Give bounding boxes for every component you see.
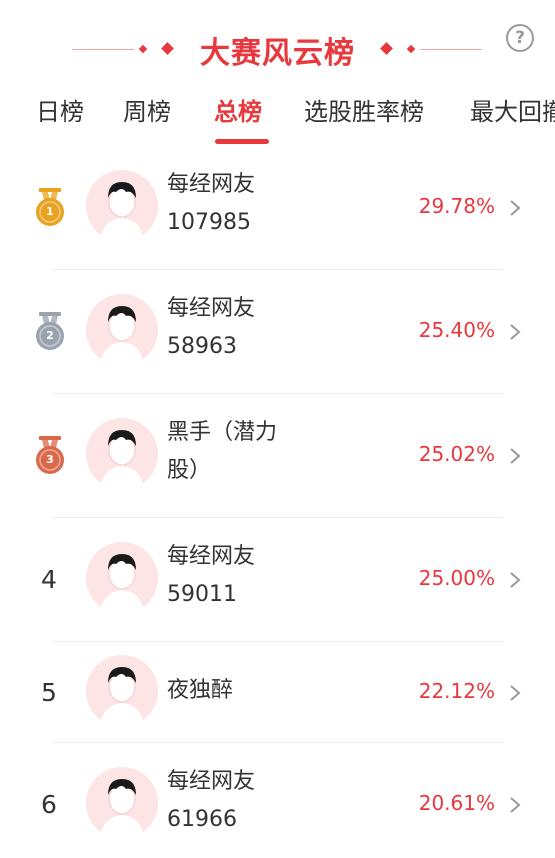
avatar[interactable] [86, 418, 158, 490]
ranking-row[interactable]: 4 每经网友 59011 25.00% [0, 518, 555, 642]
return-percentage: 22.12% [418, 679, 495, 703]
tab-bar: 日榜 周榜 总榜 选股胜率榜 最大回撤 [0, 88, 555, 146]
silver-medal-icon: 2 [33, 310, 67, 352]
ranking-row[interactable]: 2 每经网友 58963 25.40% [0, 270, 555, 394]
tab-max-drawdown[interactable]: 最大回撤 [470, 92, 555, 127]
user-name-line2: 58963 [167, 334, 237, 359]
user-name: 黑手（潜力股） [167, 414, 322, 490]
avatar[interactable] [86, 655, 158, 727]
chevron-right-icon[interactable] [508, 447, 522, 465]
chevron-right-icon[interactable] [508, 199, 522, 217]
page-title: 大赛风云榜 [200, 36, 355, 71]
title-decoration-line-right [420, 49, 482, 50]
chevron-right-icon[interactable] [508, 796, 522, 814]
tab-daily[interactable]: 日榜 [36, 92, 84, 127]
return-percentage: 25.40% [418, 318, 495, 342]
bronze-medal-icon: 3 [33, 434, 67, 476]
user-name-line1: 每经网友 [167, 769, 256, 794]
tab-overall[interactable]: 总榜 [214, 92, 262, 127]
tab-stock-win-rate[interactable]: 选股胜率榜 [304, 92, 424, 127]
return-percentage: 25.02% [418, 442, 495, 466]
user-name-line1: 每经网友 [167, 296, 256, 321]
gold-medal-icon: 1 [33, 186, 67, 228]
user-name-line2: 59011 [167, 582, 237, 607]
user-name-line1: 夜独醉 [167, 678, 234, 703]
help-icon[interactable]: ? [506, 24, 534, 52]
rank-number: 5 [41, 678, 57, 707]
user-name-line2: 107985 [167, 210, 251, 235]
ranking-row[interactable]: 6 每经网友 61966 20.61% [0, 743, 555, 858]
user-name: 每经网友 58963 [167, 290, 322, 366]
user-name-line2: 61966 [167, 807, 237, 832]
rank-number: 4 [41, 565, 57, 594]
leaderboard-header: 大赛风云榜 ? [0, 0, 555, 88]
user-name: 夜独醉 [167, 672, 322, 710]
chevron-right-icon[interactable] [508, 571, 522, 589]
tab-weekly[interactable]: 周榜 [123, 92, 171, 127]
chevron-right-icon[interactable] [508, 323, 522, 341]
medal-rank-number: 1 [46, 205, 54, 218]
user-name: 每经网友 61966 [167, 763, 322, 839]
return-percentage: 29.78% [418, 194, 495, 218]
ranking-row[interactable]: 1 每经网友 107985 29.78% [0, 146, 555, 270]
user-name-line1: 黑手（潜力 [167, 420, 278, 445]
active-tab-indicator [215, 139, 269, 144]
rank-number: 6 [41, 790, 57, 819]
avatar[interactable] [86, 542, 158, 614]
avatar[interactable] [86, 170, 158, 242]
chevron-right-icon[interactable] [508, 684, 522, 702]
return-percentage: 20.61% [418, 791, 495, 815]
user-name: 每经网友 107985 [167, 166, 322, 242]
avatar[interactable] [86, 767, 158, 839]
user-name-line1: 每经网友 [167, 172, 256, 197]
user-name-line2: 股） [167, 458, 212, 483]
user-name-line1: 每经网友 [167, 544, 256, 569]
avatar[interactable] [86, 294, 158, 366]
user-name: 每经网友 59011 [167, 538, 322, 614]
ranking-row[interactable]: 5 夜独醉 22.12% [0, 642, 555, 743]
ranking-row[interactable]: 3 黑手（潜力股） 25.02% [0, 394, 555, 518]
medal-rank-number: 3 [46, 453, 54, 466]
return-percentage: 25.00% [418, 566, 495, 590]
medal-rank-number: 2 [46, 329, 54, 342]
